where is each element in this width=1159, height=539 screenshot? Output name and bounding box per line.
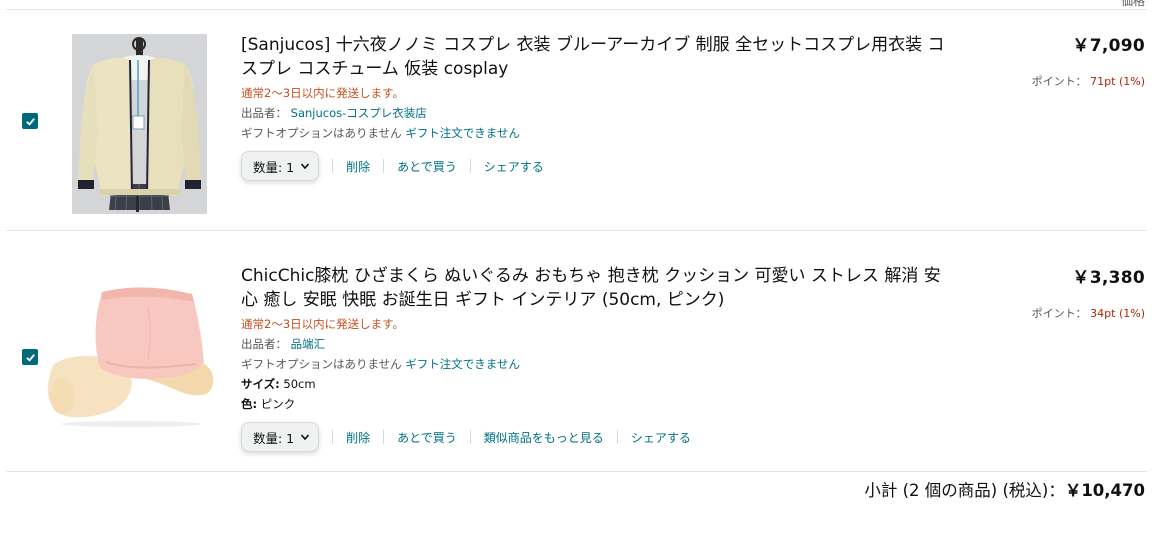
seller-line: 出品者： 品端汇 <box>241 334 961 354</box>
save-for-later-link[interactable]: あとで買う <box>397 429 457 446</box>
product-title[interactable]: ChicChic膝枕 ひざまくら ぬいぐるみ おもちゃ 抱き枕 クッション 可愛… <box>241 264 956 312</box>
delete-link[interactable]: 削除 <box>346 429 370 446</box>
chevron-down-icon <box>301 163 310 170</box>
gift-link[interactable]: ギフト注文できません <box>405 357 520 371</box>
quantity-dropdown[interactable]: 数量: 1 <box>241 422 320 452</box>
save-for-later-link[interactable]: あとで買う <box>397 158 457 175</box>
item-actions: 数量: 1 削除 あとで買う シェアする <box>241 151 961 181</box>
price-block: ￥7,090 ポイント： 71pt (1%) <box>1032 35 1145 89</box>
color-value: ピンク <box>260 397 296 411</box>
divider <box>469 430 471 444</box>
points-label: ポイント： <box>1031 307 1087 320</box>
seller-label: 出品者： <box>241 337 287 351</box>
seller-link[interactable]: 品端汇 <box>291 337 326 351</box>
color-label: 色: <box>241 397 258 411</box>
points-line: ポイント： 71pt (1%) <box>1032 73 1145 89</box>
size-line: サイズ: 50cm <box>241 374 961 394</box>
see-similar-link[interactable]: 類似商品をもっと見る <box>484 429 604 446</box>
cart-item: ChicChic膝枕 ひざまくら ぬいぐるみ おもちゃ 抱き枕 クッション 可愛… <box>0 232 1159 472</box>
price-column-header: 価格 <box>1120 0 1145 8</box>
gift-note: ギフトオプションはありません <box>241 126 402 140</box>
stock-status: 通常2～3日以内に発送します。 <box>241 317 404 331</box>
seller-label: 出品者： <box>241 106 287 120</box>
gift-note: ギフトオプションはありません <box>241 357 402 371</box>
item-price: ￥7,090 <box>1072 36 1145 56</box>
item-details: [Sanjucos] 十六夜ノノミ コスプレ 衣装 ブルーアーカイブ 制服 全セ… <box>241 33 961 181</box>
cart-item: [Sanjucos] 十六夜ノノミ コスプレ 衣装 ブルーアーカイブ 制服 全セ… <box>0 10 1159 231</box>
divider <box>383 430 385 444</box>
color-line: 色: ピンク <box>241 394 961 414</box>
divider <box>469 159 471 173</box>
divider <box>616 430 618 444</box>
product-title[interactable]: [Sanjucos] 十六夜ノノミ コスプレ 衣装 ブルーアーカイブ 制服 全セ… <box>241 33 956 81</box>
cosplay-costume-image <box>72 34 207 214</box>
item-divider <box>6 230 1147 231</box>
points-label: ポイント： <box>1031 75 1087 88</box>
item-actions: 数量: 1 削除 あとで買う 類似商品をもっと見る シェアする <box>241 422 961 452</box>
share-link[interactable]: シェアする <box>484 158 544 175</box>
subtotal: 小計 (2 個の商品) (税込)：￥10,470 <box>864 477 1145 501</box>
cart-page: 価格 [Sanjucos] 十六夜ノノミ コスプレ 衣装 ブルーアーカイブ 制服… <box>0 0 1159 539</box>
gift-option-line: ギフトオプションはありません ギフト注文できません <box>241 354 961 374</box>
share-link[interactable]: シェアする <box>631 429 691 446</box>
subtotal-amount: ￥10,470 <box>1064 481 1145 500</box>
points-line: ポイント： 34pt (1%) <box>1032 305 1145 321</box>
stock-status: 通常2～3日以内に発送します。 <box>241 86 404 100</box>
divider <box>383 159 385 173</box>
item-details: ChicChic膝枕 ひざまくら ぬいぐるみ おもちゃ 抱き枕 クッション 可愛… <box>241 264 961 452</box>
delete-link[interactable]: 削除 <box>346 158 370 175</box>
check-icon <box>25 353 35 362</box>
item-select-checkbox[interactable] <box>22 349 38 365</box>
points-value: 34pt (1%) <box>1090 307 1145 320</box>
check-icon <box>25 117 35 126</box>
quantity-label: 数量: 1 <box>253 430 295 446</box>
chevron-down-icon <box>301 434 310 441</box>
item-price: ￥3,380 <box>1072 268 1145 288</box>
item-divider <box>6 471 1147 472</box>
points-value: 71pt (1%) <box>1090 75 1145 88</box>
quantity-dropdown[interactable]: 数量: 1 <box>241 151 320 181</box>
item-select-checkbox[interactable] <box>22 113 38 129</box>
gift-option-line: ギフトオプションはありません ギフト注文できません <box>241 123 961 143</box>
price-block: ￥3,380 ポイント： 34pt (1%) <box>1032 267 1145 321</box>
quantity-label: 数量: 1 <box>253 159 295 175</box>
product-image[interactable] <box>72 34 207 214</box>
divider <box>332 159 334 173</box>
seller-line: 出品者： Sanjucos-コスプレ衣装店 <box>241 103 961 123</box>
size-label: サイズ: <box>241 377 280 391</box>
subtotal-label: 小計 (2 個の商品) (税込)： <box>864 481 1065 500</box>
seller-link[interactable]: Sanjucos-コスプレ衣装店 <box>291 106 427 120</box>
product-image[interactable] <box>44 272 218 428</box>
divider <box>332 430 334 444</box>
gift-link[interactable]: ギフト注文できません <box>405 126 520 140</box>
lap-pillow-image <box>44 272 218 428</box>
size-value: 50cm <box>283 377 316 391</box>
